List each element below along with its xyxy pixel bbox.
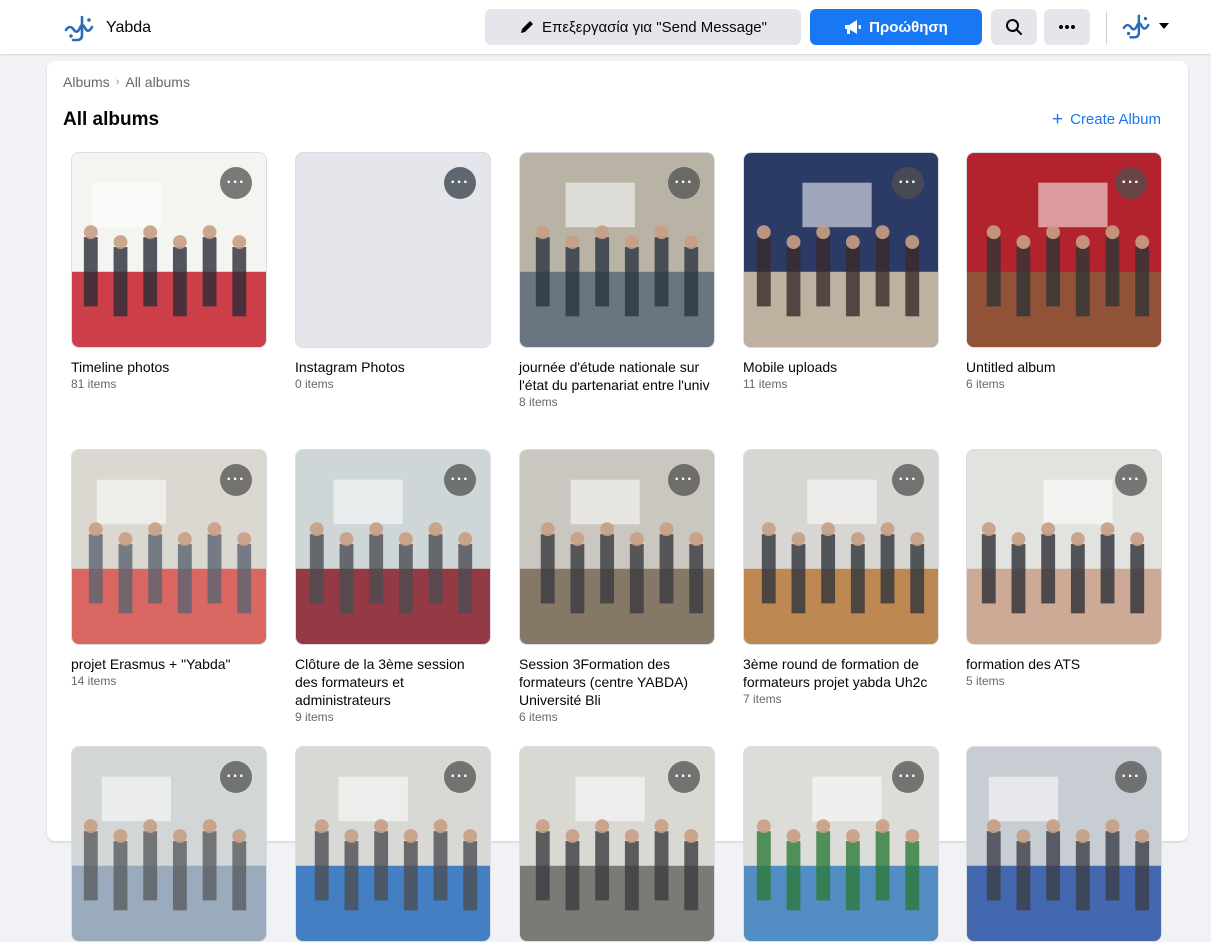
album-card[interactable]: ··· formation des ATS 5 items [966,449,1162,689]
promote-button[interactable]: Προώθηση [810,9,982,45]
album-options-icon[interactable]: ··· [220,167,252,199]
album-thumbnail[interactable]: ··· [966,746,1162,942]
album-item-count: 5 items [966,674,1005,688]
album-options-icon[interactable]: ··· [668,464,700,496]
promote-button-label: Προώθηση [869,18,948,36]
album-options-icon[interactable]: ··· [1115,761,1147,793]
album-title[interactable]: formation des ATS [966,655,1162,673]
toolbar-divider [1106,12,1107,44]
album-card[interactable]: ··· Mobile uploads 11 items [743,152,939,392]
album-title[interactable]: Instagram Photos [295,358,491,376]
breadcrumb-albums-link[interactable]: Albums [63,74,110,90]
albums-panel: Albums › All albums All albums + Create … [47,61,1188,942]
album-card[interactable]: ··· projet Erasmus + "Yabda" 14 items [71,449,267,689]
top-bar: Yabda Επεξεργασία για "Send Message" Προ… [0,0,1211,54]
album-options-icon[interactable]: ··· [892,761,924,793]
album-card[interactable]: ··· Untitled album 6 items [966,152,1162,392]
album-thumbnail[interactable]: ··· [966,449,1162,645]
album-card[interactable]: ··· Timeline photos 81 items [71,152,267,392]
breadcrumb: Albums › All albums [63,74,190,90]
pencil-icon [521,21,534,33]
album-thumbnail[interactable]: ··· [295,449,491,645]
album-thumbnail[interactable]: ··· [71,746,267,942]
edit-send-message-button[interactable]: Επεξεργασία για "Send Message" [485,9,801,45]
more-options-button[interactable] [1044,9,1090,45]
album-thumbnail[interactable]: ··· [966,152,1162,348]
album-title[interactable]: projet Erasmus + "Yabda" [71,655,267,673]
create-album-label: Create Album [1070,111,1161,128]
album-thumbnail[interactable]: ··· [743,152,939,348]
album-options-icon[interactable]: ··· [220,464,252,496]
yabda-logo-icon [64,15,94,42]
profile-avatar-icon [1122,14,1150,39]
album-item-count: 81 items [71,377,117,391]
album-card[interactable]: ··· [295,746,491,942]
profile-switcher[interactable] [1120,11,1170,41]
plus-icon: + [1052,109,1064,130]
megaphone-icon [845,20,862,34]
album-title[interactable]: 3ème round de formation de formateurs pr… [743,655,939,691]
album-title[interactable]: journée d'étude nationale sur l'état du … [519,358,715,394]
album-thumbnail[interactable]: ··· [295,152,491,348]
breadcrumb-separator-icon: › [115,76,120,88]
album-item-count: 14 items [71,674,117,688]
brand-name: Yabda [106,19,152,36]
page-brand[interactable]: Yabda [62,12,151,44]
album-card[interactable]: ··· Clôture de la 3ème session des format… [295,449,491,725]
album-card[interactable]: ··· [519,746,715,942]
album-item-count: 11 items [743,377,788,391]
album-item-count: 6 items [519,710,558,724]
album-title[interactable]: Timeline photos [71,358,267,376]
album-item-count: 7 items [743,692,782,706]
search-button[interactable] [991,9,1037,45]
album-card[interactable]: ··· [966,746,1162,942]
album-options-icon[interactable]: ··· [892,167,924,199]
album-thumbnail[interactable]: ··· [71,152,267,348]
album-options-icon[interactable]: ··· [1115,167,1147,199]
album-options-icon[interactable]: ··· [220,761,252,793]
album-item-count: 8 items [519,395,558,409]
album-thumbnail[interactable]: ··· [743,746,939,942]
album-title[interactable]: Session 3Formation des formateurs (centr… [519,655,715,709]
caret-down-icon [1159,23,1169,29]
album-card[interactable]: ··· Instagram Photos 0 items [295,152,491,392]
album-thumbnail[interactable]: ··· [71,449,267,645]
album-options-icon[interactable]: ··· [444,761,476,793]
breadcrumb-current: All albums [125,74,190,90]
album-item-count: 0 items [295,377,334,391]
album-options-icon[interactable]: ··· [1115,464,1147,496]
album-options-icon[interactable]: ··· [444,464,476,496]
album-thumbnail[interactable]: ··· [519,449,715,645]
edit-button-label: Επεξεργασία για "Send Message" [542,18,767,36]
search-icon [1006,19,1022,35]
album-options-icon[interactable]: ··· [668,167,700,199]
more-dots-icon [1059,25,1075,29]
album-card[interactable]: ··· Session 3Formation des formateurs (ce… [519,449,715,725]
album-card[interactable]: ··· 3ème round de formation de formateurs… [743,449,939,707]
page-title: All albums [63,109,160,130]
album-options-icon[interactable]: ··· [892,464,924,496]
album-card[interactable]: ··· [743,746,939,942]
album-thumbnail[interactable]: ··· [519,152,715,348]
album-thumbnail[interactable]: ··· [519,746,715,942]
album-title[interactable]: Mobile uploads [743,358,939,376]
album-options-icon[interactable]: ··· [444,167,476,199]
album-item-count: 6 items [966,377,1005,391]
album-thumbnail[interactable]: ··· [295,746,491,942]
album-card[interactable]: ··· [71,746,267,942]
album-title[interactable]: Clôture de la 3ème session des formateur… [295,655,491,709]
album-item-count: 9 items [295,710,334,724]
album-title[interactable]: Untitled album [966,358,1162,376]
create-album-button[interactable]: + Create Album [1052,110,1161,129]
album-thumbnail[interactable]: ··· [743,449,939,645]
album-options-icon[interactable]: ··· [668,761,700,793]
album-card[interactable]: ··· journée d'étude nationale sur l'état … [519,152,715,410]
